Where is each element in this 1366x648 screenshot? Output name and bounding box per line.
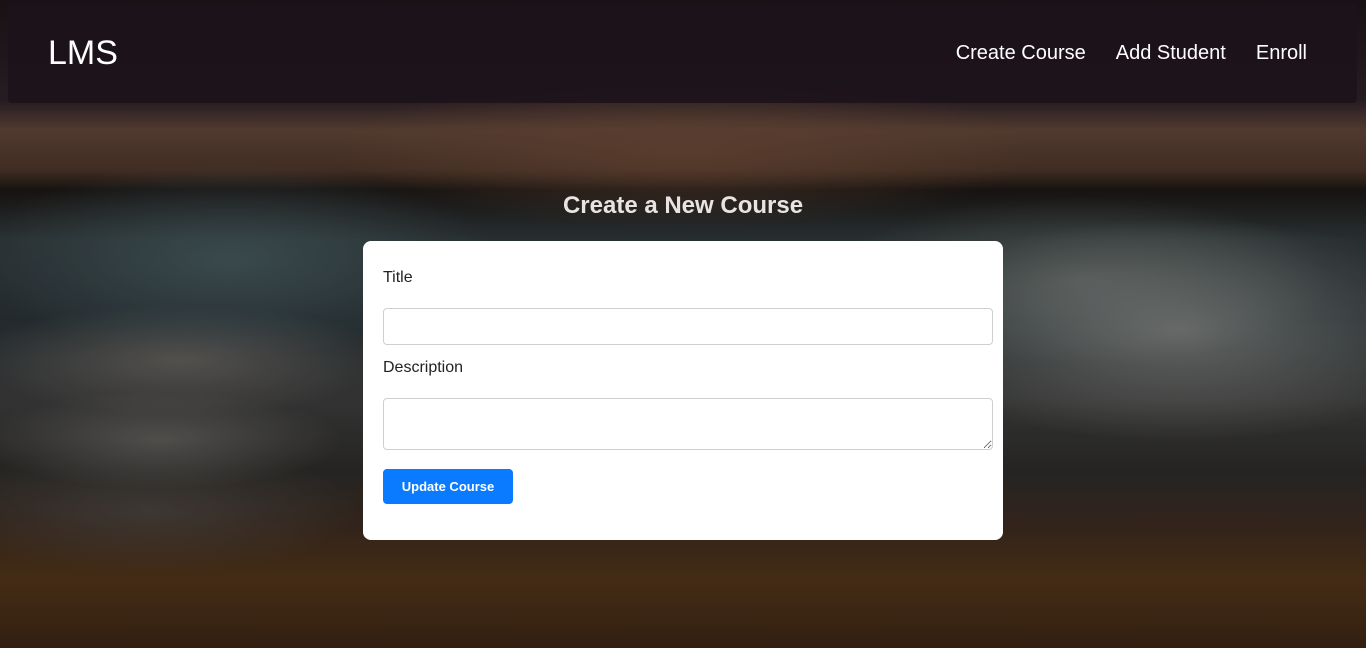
- nav-link-enroll[interactable]: Enroll: [1256, 42, 1307, 65]
- course-form: Title Description Update Course: [363, 241, 1003, 540]
- brand-logo[interactable]: LMS: [48, 34, 118, 73]
- update-course-button[interactable]: Update Course: [383, 469, 513, 504]
- nav-links: Create Course Add Student Enroll: [956, 42, 1307, 65]
- nav-link-create-course[interactable]: Create Course: [956, 42, 1086, 65]
- page-title: Create a New Course: [562, 192, 804, 219]
- description-label: Description: [383, 359, 464, 376]
- title-label: Title: [383, 269, 413, 286]
- description-input[interactable]: [383, 398, 993, 450]
- title-input[interactable]: [383, 308, 993, 345]
- nav-link-add-student[interactable]: Add Student: [1116, 42, 1226, 65]
- navbar: LMS Create Course Add Student Enroll: [8, 4, 1357, 103]
